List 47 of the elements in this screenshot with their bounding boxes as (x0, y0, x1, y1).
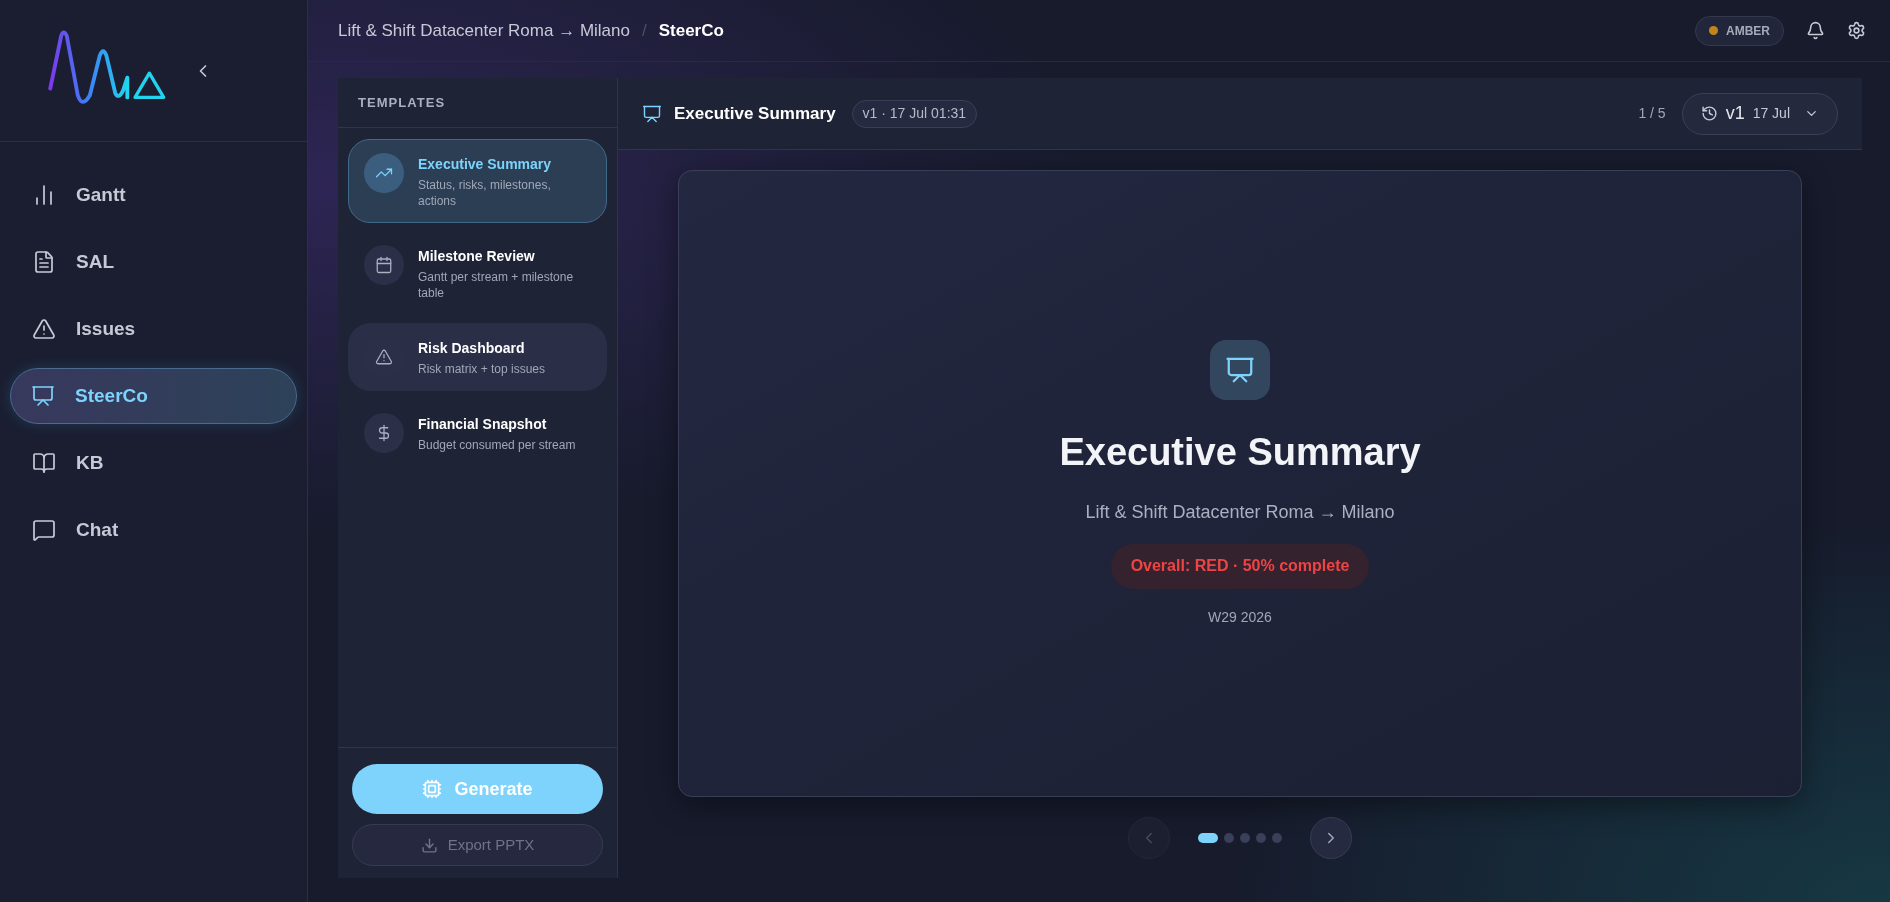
template-description: Budget consumed per stream (418, 437, 576, 453)
sidebar-item[interactable]: KB (10, 435, 297, 491)
breadcrumb-current: SteerCo (658, 19, 724, 42)
overall-status-badge: Overall: RED · 50% complete (1110, 543, 1370, 589)
template-item[interactable]: Milestone Review Gantt per stream + milestone table (348, 231, 607, 315)
calendar-icon (375, 256, 393, 274)
sidebar-item[interactable]: Gantt (10, 167, 297, 223)
template-description: Risk matrix + top issues (418, 361, 546, 377)
chat-icon (32, 518, 56, 542)
book-icon (32, 451, 56, 475)
breadcrumb-project[interactable]: Lift & Shift Datacenter Roma → Milano (338, 17, 630, 44)
chip-icon (422, 779, 443, 799)
template-title: Risk Dashboard (418, 339, 526, 358)
settings-button[interactable] (1847, 21, 1866, 40)
history-icon (1700, 105, 1718, 122)
sidebar-item[interactable]: Chat (10, 502, 297, 558)
version-select[interactable]: v1 17 Jul (1681, 92, 1838, 135)
bell-icon (1806, 21, 1825, 40)
next-slide-button[interactable] (1310, 817, 1352, 859)
template-description: Gantt per stream + milestone table (418, 269, 575, 301)
slide-title: Executive Summary (1059, 429, 1421, 475)
page-counter: 1 / 5 (1638, 104, 1666, 123)
status-badge: AMBER (1695, 15, 1784, 46)
warning-icon (32, 317, 56, 341)
template-title: Financial Snapshot (418, 415, 548, 434)
template-title: Milestone Review (418, 247, 536, 266)
template-item[interactable]: Financial Snapshot Budget consumed per stream (348, 399, 607, 467)
template-item[interactable]: Executive Summary Status, risks, milestones, actions (348, 139, 607, 223)
sidebar-item[interactable]: SAL (10, 234, 297, 290)
template-item[interactable]: Risk Dashboard Risk matrix + top issues (348, 323, 607, 391)
preview-title: Executive Summary (674, 102, 836, 125)
templates-heading: TEMPLATES (358, 93, 446, 112)
breadcrumb-separator: / (641, 19, 647, 42)
document-icon (32, 250, 56, 274)
notifications-button[interactable] (1806, 21, 1825, 40)
presentation-icon (642, 103, 662, 124)
download-icon (420, 836, 438, 854)
slide-subtitle: Lift & Shift Datacenter Roma → Milano (1085, 500, 1395, 524)
settings-icon (1847, 21, 1866, 40)
template-description: Status, risks, milestones, actions (418, 177, 552, 209)
template-title: Executive Summary (418, 155, 553, 174)
slide-week: W29 2026 (1208, 607, 1272, 627)
version-badge: v1 · 17 Jul 01:31 (851, 99, 978, 128)
presentation-icon (31, 384, 55, 408)
sidebar-item[interactable]: SteerCo (10, 368, 297, 424)
sidebar-item[interactable]: Issues (10, 301, 297, 357)
warning-icon (375, 348, 393, 366)
